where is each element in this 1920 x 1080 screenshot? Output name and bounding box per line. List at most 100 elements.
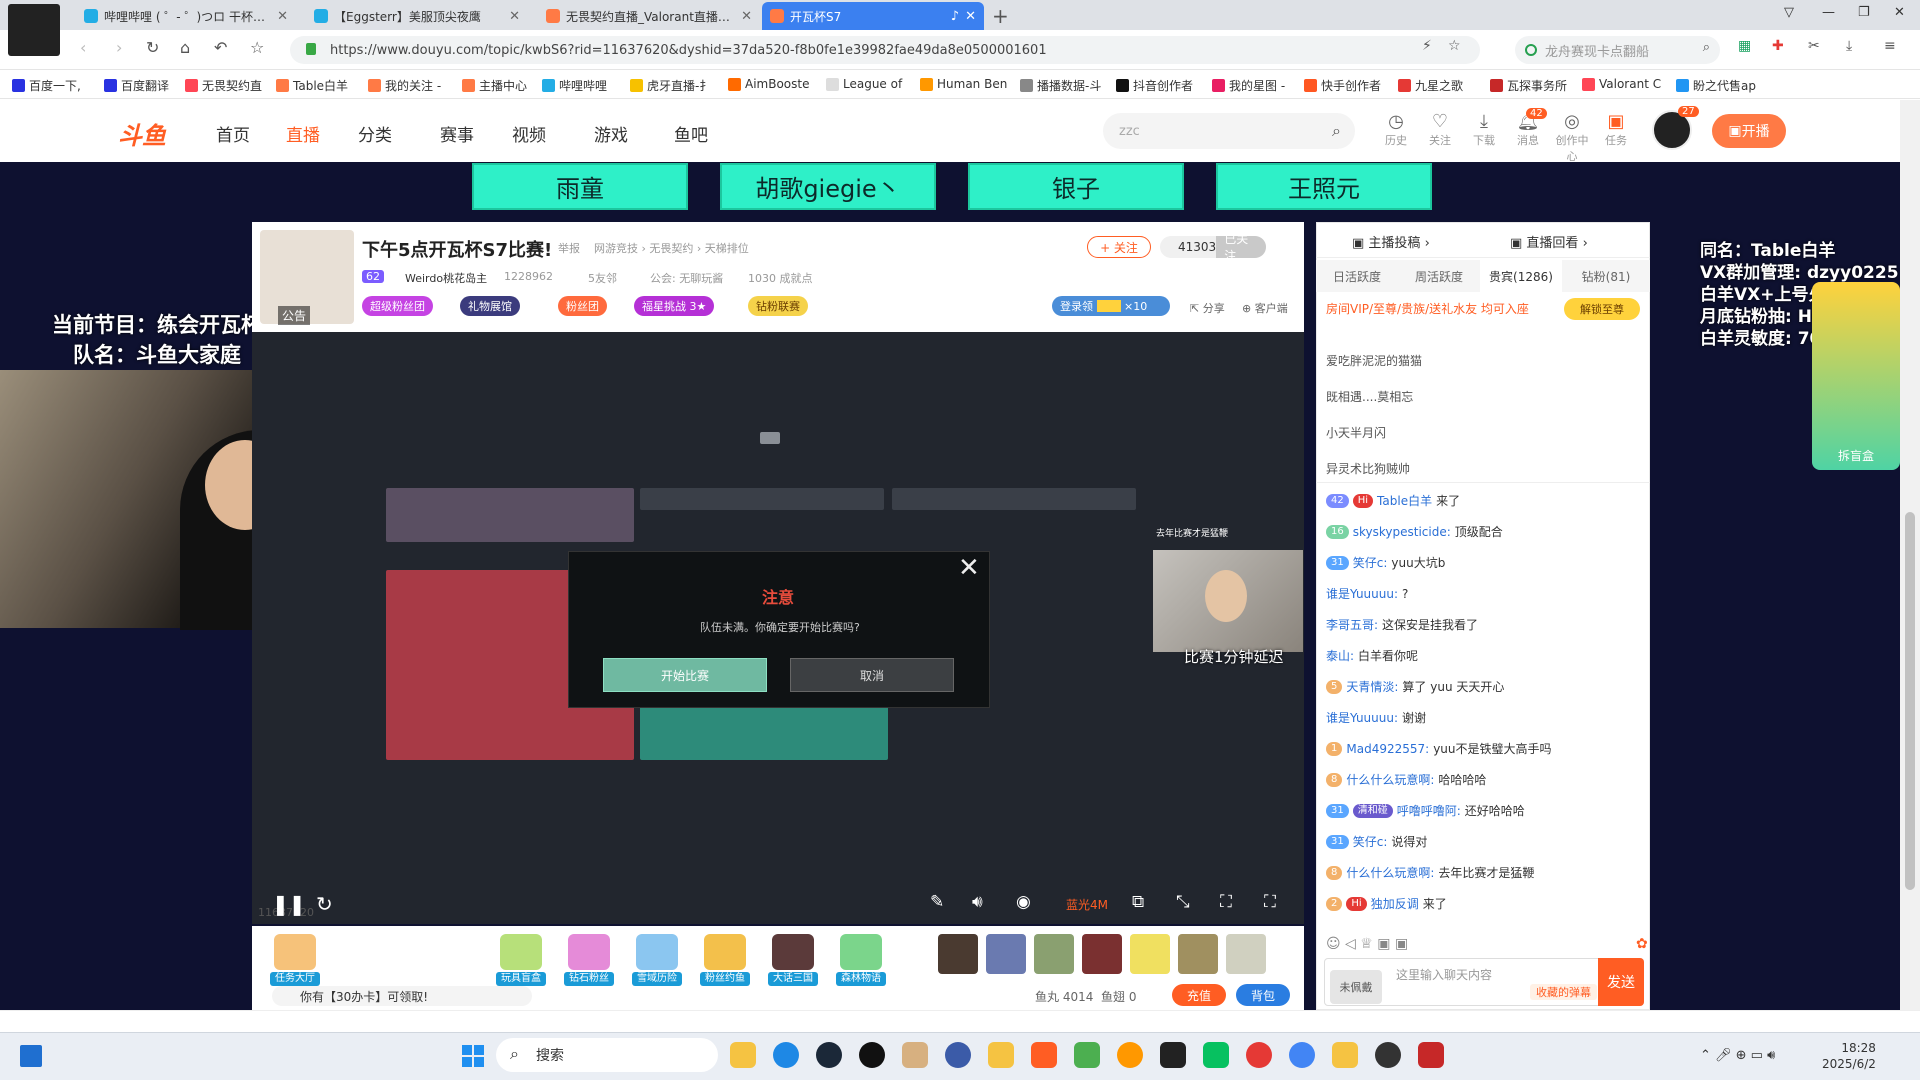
volume-icon[interactable]: 🔊︎: [972, 892, 983, 912]
report-link[interactable]: 举报: [558, 240, 580, 256]
close-icon[interactable]: ✕: [509, 9, 520, 24]
bookmark-item[interactable]: 虎牙直播-扌: [630, 77, 711, 94]
bookmark-item[interactable]: League of: [826, 77, 902, 91]
browser-tab[interactable]: 无畏契约直播_Valorant直播_无 ✕: [538, 2, 760, 30]
address-bar[interactable]: https://www.douyu.com/topic/kwbS6?rid=11…: [290, 36, 1480, 64]
tab-announcement[interactable]: 公告: [278, 306, 311, 325]
fan-icon[interactable]: ✿: [1636, 936, 1648, 952]
app-icon[interactable]: [1160, 1042, 1186, 1068]
browser-tab-active[interactable]: 开瓦杯S7 ♪ ✕: [762, 2, 984, 30]
gift-item[interactable]: 任务大厅: [270, 934, 320, 986]
quality-selector[interactable]: 蓝光4M: [1066, 896, 1108, 913]
scrollbar-thumb[interactable]: [1905, 512, 1915, 890]
unlock-supreme-button[interactable]: 解锁至尊: [1564, 298, 1640, 320]
refresh-icon[interactable]: ↻: [316, 892, 333, 916]
gift-item[interactable]: 钻石粉丝: [564, 934, 614, 986]
client-button[interactable]: ⊕ 客户端: [1242, 300, 1288, 316]
bookmark-item[interactable]: 百度一下,: [12, 77, 81, 94]
gift-item[interactable]: 粉丝约鱼: [700, 934, 750, 986]
start-icon[interactable]: [462, 1045, 484, 1067]
gift-hall-pill[interactable]: 礼物展馆: [460, 296, 520, 316]
close-window-button[interactable]: ✕: [1894, 5, 1905, 20]
pause-icon[interactable]: ❚❚: [272, 892, 306, 916]
browser-tab[interactable]: 【Eggsterr】美服顶尖夜鹰 ✕: [306, 2, 528, 30]
maximize-button[interactable]: ❐: [1858, 5, 1870, 20]
friends-count[interactable]: 5友邻: [588, 270, 617, 286]
diamond-fans-pill[interactable]: 钻粉联赛: [748, 296, 808, 316]
undo-icon[interactable]: ↶: [214, 38, 227, 57]
pin-icon[interactable]: ▽: [1784, 5, 1794, 20]
bookmark-star-icon[interactable]: ☆: [1448, 38, 1461, 54]
taskbar-clock[interactable]: 18:28 2025/6/2: [1822, 1040, 1876, 1072]
file-explorer-icon[interactable]: [730, 1042, 756, 1068]
rank-entry[interactable]: 爱吃胖泥泥的猫猫: [1326, 352, 1422, 369]
chat-username[interactable]: 独加反调: [1371, 895, 1419, 912]
chat-username[interactable]: Mad4922557:: [1346, 742, 1429, 756]
tab-daily-active[interactable]: 日活跃度: [1316, 260, 1398, 292]
app-icon[interactable]: [1031, 1042, 1057, 1068]
gift-slot[interactable]: [1034, 934, 1074, 974]
nav-events[interactable]: 赛事: [440, 121, 474, 146]
bookmark-item[interactable]: 我的星图 -: [1212, 77, 1285, 94]
tab-diamond-fans[interactable]: 钻粉(81): [1562, 260, 1650, 292]
gift-slot[interactable]: [1082, 934, 1122, 974]
login-reward[interactable]: 登录领 ×10: [1052, 296, 1170, 316]
netease-music-icon[interactable]: [1246, 1042, 1272, 1068]
qq-icon[interactable]: [859, 1042, 885, 1068]
gift-item[interactable]: 森林物语: [836, 934, 886, 986]
home-icon[interactable]: ⌂: [180, 38, 190, 57]
badge-selector[interactable]: 未佩戴: [1330, 970, 1382, 1004]
follower-count[interactable]: 41303 已关注: [1160, 232, 1266, 263]
super-fans-pill[interactable]: 超级粉丝团: [362, 296, 433, 316]
bookmark-item[interactable]: 抖音创作者: [1116, 77, 1193, 94]
chat-username[interactable]: 笑仔c:: [1353, 554, 1388, 571]
breadcrumb[interactable]: 网游竞技 › 无畏契约 › 天梯排位: [594, 240, 749, 256]
app-icon[interactable]: [1418, 1042, 1444, 1068]
bookmark-item[interactable]: 九星之歌: [1398, 77, 1463, 94]
web-fullscreen-icon[interactable]: ⛶: [1220, 892, 1232, 912]
emoji-icon[interactable]: ☺ ◁ ♕ ▣ ▣: [1326, 936, 1408, 952]
new-tab-button[interactable]: +: [992, 4, 1009, 28]
bookmark-item[interactable]: 瓦探事务所: [1490, 77, 1567, 94]
download-icon[interactable]: ⤓: [1846, 38, 1852, 54]
search-icon[interactable]: ⌕: [1332, 121, 1341, 141]
bookmark-item[interactable]: 盼之代售ap: [1676, 77, 1756, 94]
close-icon[interactable]: ✕: [741, 9, 752, 24]
rank-entry[interactable]: 既相遇....莫相忘: [1326, 388, 1413, 405]
bookmark-item[interactable]: 快手创作者: [1304, 77, 1381, 94]
gift-slot[interactable]: [1226, 934, 1266, 974]
minimize-button[interactable]: —: [1822, 5, 1835, 20]
backpack-button[interactable]: 背包: [1236, 984, 1290, 1006]
history-button[interactable]: ◷ 历史: [1376, 112, 1416, 148]
game-icon[interactable]: ✚: [1772, 38, 1784, 54]
bookmark-item[interactable]: Table白羊: [276, 77, 348, 94]
app-icon[interactable]: [1117, 1042, 1143, 1068]
app-icon[interactable]: [1074, 1042, 1100, 1068]
nav-games[interactable]: 游戏: [594, 121, 628, 146]
bookmark-item[interactable]: AimBooste: [728, 77, 810, 91]
close-icon[interactable]: ✕: [277, 9, 288, 24]
share-button[interactable]: ⇱ 分享: [1190, 300, 1225, 316]
follow-button[interactable]: + 关注: [1087, 236, 1151, 258]
bookmark-item[interactable]: 播播数据-斗: [1020, 77, 1101, 94]
gift-item[interactable]: 玩具盲盒: [496, 934, 546, 986]
gift-slot[interactable]: [1178, 934, 1218, 974]
chat-username[interactable]: 什么什么玩意啊:: [1346, 771, 1434, 788]
steam-icon[interactable]: [816, 1042, 842, 1068]
app-icon[interactable]: [1375, 1042, 1401, 1068]
bookmark-item[interactable]: 哔哩哔哩: [542, 77, 607, 94]
blind-box-widget[interactable]: 拆盲盒: [1812, 282, 1900, 470]
star-icon[interactable]: ☆: [250, 38, 264, 57]
bookmark-item[interactable]: Valorant C: [1582, 77, 1661, 91]
gift-slot[interactable]: [938, 934, 978, 974]
bookmark-item[interactable]: 无畏契约直: [185, 77, 262, 94]
app-icon[interactable]: [1332, 1042, 1358, 1068]
gift-slot[interactable]: [1130, 934, 1170, 974]
danmaku-toggle-icon[interactable]: ◉: [1016, 892, 1031, 912]
chat-username[interactable]: 天青情淡:: [1346, 678, 1398, 695]
gift-slot[interactable]: [986, 934, 1026, 974]
replay-link[interactable]: ▣ 直播回看 ›: [1510, 232, 1588, 251]
chat-username[interactable]: 李哥五哥:: [1326, 616, 1378, 633]
guild[interactable]: 公会: 无聊玩酱: [650, 270, 723, 286]
chat-username[interactable]: 谁是Yuuuuu:: [1326, 709, 1398, 726]
